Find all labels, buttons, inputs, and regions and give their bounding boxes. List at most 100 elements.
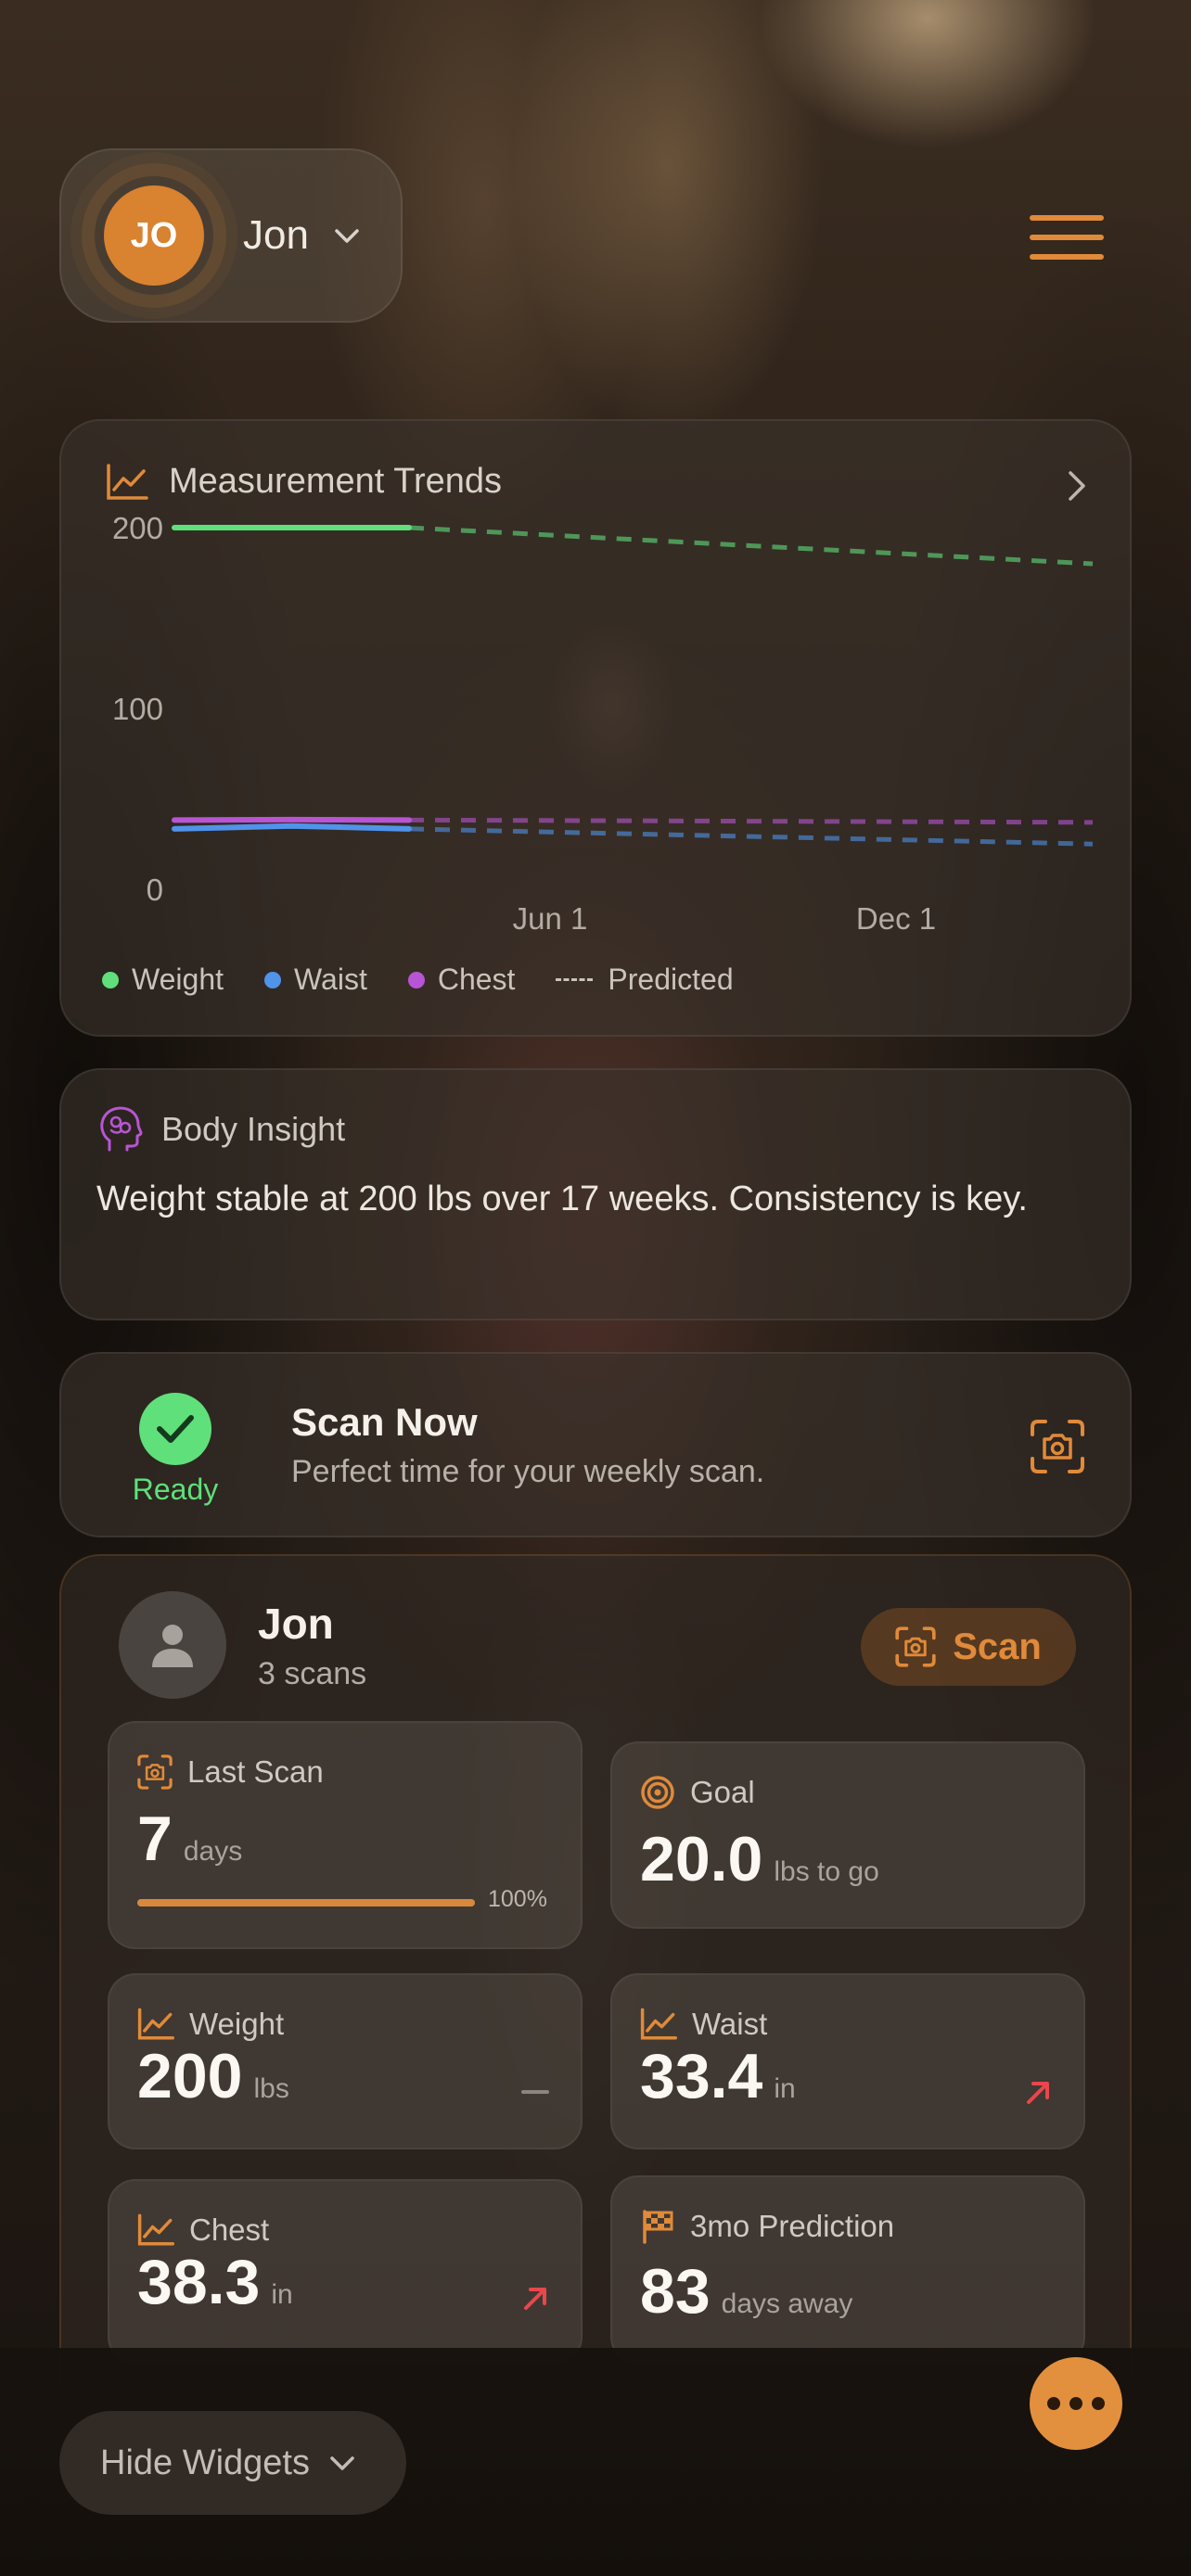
tile-number: 83 [640, 2256, 711, 2327]
legend-label: Weight [132, 963, 224, 996]
tile-value: 200 lbs [137, 2040, 289, 2112]
profile-name: Jon [258, 1600, 334, 1648]
y-tick-label: 200 [112, 511, 163, 545]
chest-tile[interactable]: Chest 38.3 in [108, 2179, 583, 2365]
tile-value: 33.4 in [640, 2040, 796, 2112]
predicted-line-chest [408, 817, 1094, 825]
goal-tile[interactable]: Goal 20.0 lbs to go [610, 1741, 1085, 1929]
trends-title: Measurement Trends [169, 462, 503, 501]
tile-number: 33.4 [640, 2041, 763, 2111]
weight-tile[interactable]: Weight 200 lbs [108, 1973, 583, 2149]
scan-count: 3 scans [258, 1656, 367, 1691]
y-tick-label: 0 [147, 873, 163, 907]
more-options-button[interactable] [1030, 2357, 1122, 2450]
scan-button[interactable]: Scan [861, 1608, 1076, 1686]
legend-item-waist: Waist [264, 963, 367, 997]
scan-camera-icon[interactable] [1030, 1419, 1085, 1474]
chart-legend: Weight Waist Chest Predicted [102, 963, 775, 997]
series-line-waist [172, 823, 412, 832]
predicted-line-waist [408, 826, 1094, 847]
tile-unit: lbs [253, 2073, 289, 2104]
tile-unit: days away [721, 2289, 853, 2319]
tile-label: Goal [690, 1775, 755, 1809]
progress-percent: 100% [488, 1886, 547, 1912]
body-insight-card[interactable]: Body Insight Weight stable at 200 lbs ov… [59, 1068, 1132, 1320]
tile-unit: days [183, 1836, 243, 1867]
scan-now-title: Scan Now [291, 1400, 478, 1444]
avatar-ring: JO [95, 176, 213, 295]
trend-chart-icon [640, 2008, 677, 2040]
scan-now-card[interactable]: Ready Scan Now Perfect time for your wee… [59, 1352, 1132, 1537]
hide-widgets-button[interactable]: Hide Widgets [59, 2411, 406, 2515]
tile-unit: in [774, 2073, 796, 2104]
brain-head-icon [100, 1106, 143, 1152]
tile-header: 3mo Prediction [640, 2209, 894, 2244]
legend-item-chest: Chest [407, 963, 515, 997]
legend-dot [264, 971, 282, 988]
ready-status: Ready [132, 1473, 219, 1506]
tile-unit: in [271, 2279, 293, 2310]
tile-header: Last Scan [137, 1754, 324, 1790]
hide-widgets-label: Hide Widgets [100, 2442, 310, 2482]
scan-now-subtitle: Perfect time for your weekly scan. [291, 1454, 765, 1489]
tile-label: 3mo Prediction [690, 2209, 895, 2243]
dot [1047, 2397, 1060, 2410]
check-icon [139, 1393, 211, 1465]
trend-chart-icon [107, 463, 148, 500]
tile-label: Last Scan [187, 1754, 324, 1789]
trend-flat-icon [521, 2090, 549, 2094]
chevron-down-icon [330, 2456, 354, 2470]
arrow-up-right-icon [1027, 2082, 1049, 2104]
waist-tile[interactable]: Waist 33.4 in [610, 1973, 1085, 2149]
x-tick-label: Jun 1 [513, 901, 588, 936]
insight-header: Body Insight [98, 1105, 345, 1154]
tile-number: 200 [137, 2041, 243, 2111]
profile-name: Jon [243, 212, 309, 258]
tile-header: Weight [137, 2007, 284, 2042]
last-scan-tile[interactable]: Last Scan 7 days 100% [108, 1721, 583, 1949]
tile-value: 20.0 lbs to go [640, 1823, 879, 1895]
tile-value: 83 days away [640, 2255, 852, 2327]
legend-label: Predicted [608, 963, 734, 996]
measurement-trends-card[interactable]: 200 100 0 Jun 1 Dec 1 Measurement Trends Wei… [59, 419, 1132, 1037]
trends-title-row: Measurement Trends [106, 462, 502, 502]
legend-dot [102, 971, 119, 988]
tile-value: 7 days [137, 1803, 242, 1875]
checkered-flag-icon [643, 2210, 673, 2244]
legend-item-weight: Weight [102, 963, 224, 997]
target-icon [641, 1776, 674, 1809]
predicted-line-weight [408, 525, 1094, 567]
avatar: JO [104, 185, 204, 286]
last-scan-progress-fill [137, 1899, 475, 1906]
scan-button-label: Scan [953, 1626, 1042, 1667]
profile-switcher[interactable]: JO Jon [59, 148, 403, 323]
hamburger-menu-icon[interactable] [1028, 211, 1106, 263]
chevron-right-icon[interactable] [1063, 469, 1091, 503]
tile-header: Chest [137, 2213, 269, 2248]
dot [1069, 2397, 1082, 2410]
legend-item-predicted: Predicted [556, 963, 734, 997]
dot [1092, 2397, 1105, 2410]
user-avatar [119, 1591, 226, 1699]
x-tick-label: Dec 1 [856, 901, 936, 936]
tile-header: Goal [640, 1775, 755, 1810]
insight-label: Body Insight [161, 1110, 346, 1148]
tile-number: 20.0 [640, 1824, 763, 1894]
scan-camera-icon [895, 1626, 936, 1667]
prediction-tile[interactable]: 3mo Prediction 83 days away [610, 2175, 1085, 2365]
legend-dash [556, 978, 594, 981]
y-tick-label: 100 [112, 692, 163, 726]
tile-number: 7 [137, 1804, 173, 1874]
tile-value: 38.3 in [137, 2246, 293, 2318]
chevron-down-icon [335, 229, 359, 243]
trend-chart-icon [137, 2213, 174, 2246]
person-icon [152, 1625, 193, 1667]
legend-label: Waist [294, 963, 367, 996]
tile-label: Weight [189, 2007, 285, 2041]
tile-header: Waist [640, 2007, 767, 2042]
trend-chart-icon [137, 2008, 174, 2040]
insight-text: Weight stable at 200 lbs over 17 weeks. … [96, 1180, 1028, 1218]
tile-label: Waist [692, 2007, 768, 2041]
arrow-up-right-icon [524, 2288, 546, 2310]
trends-chart: 200 100 0 Jun 1 Dec 1 [112, 511, 1094, 936]
